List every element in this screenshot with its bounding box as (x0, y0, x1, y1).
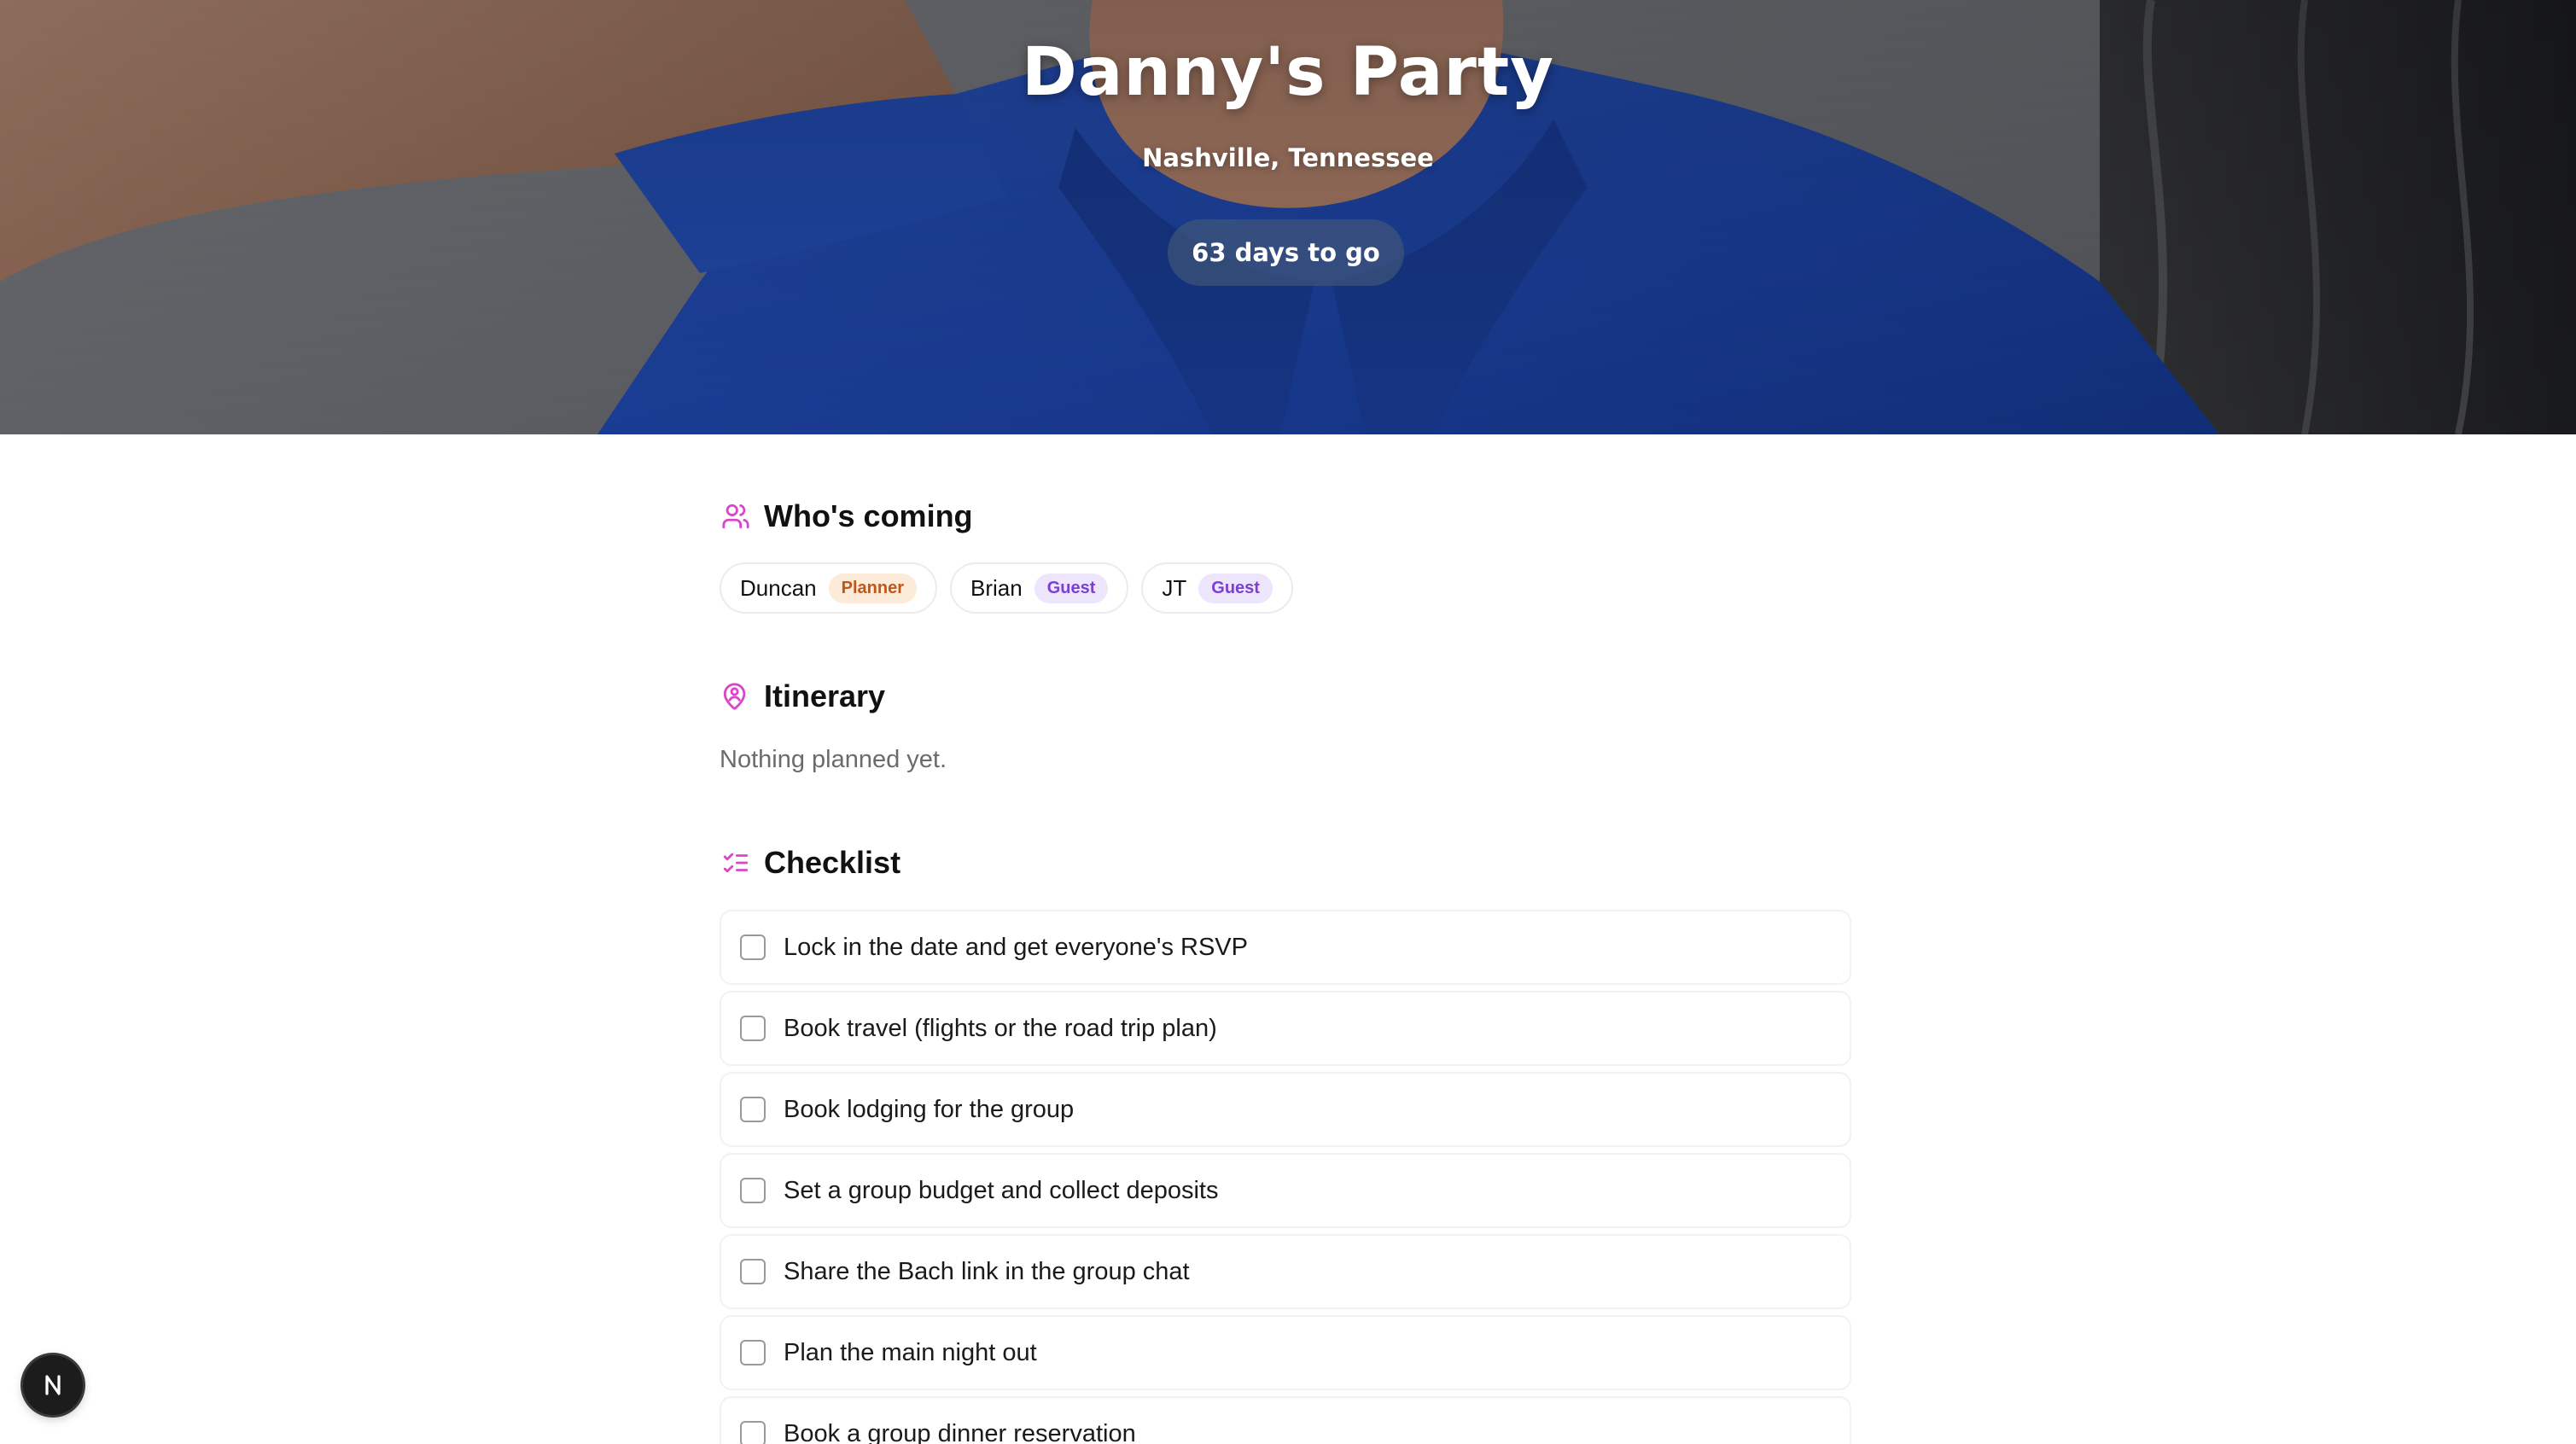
role-badge: Planner (828, 573, 917, 603)
checklist-title: Checklist (764, 845, 901, 880)
list-checks-icon (720, 847, 752, 879)
itinerary-empty-text: Nothing planned yet. (720, 746, 947, 773)
checklist-item-label: Plan the main night out (784, 1338, 1037, 1366)
map-pin-user-icon (720, 680, 752, 713)
checklist-item-label: Book travel (flights or the road trip pl… (784, 1014, 1217, 1042)
role-badge: Guest (1034, 573, 1109, 603)
role-badge: Guest (1198, 573, 1273, 603)
page-title: Danny's Party (1021, 34, 1555, 111)
checklist-item[interactable]: Book travel (flights or the road trip pl… (720, 991, 1851, 1066)
attendee-chip[interactable]: Brian Guest (949, 562, 1129, 614)
checklist-item[interactable]: Plan the main night out (720, 1315, 1851, 1390)
checklist: Lock in the date and get everyone's RSVP… (720, 910, 1851, 1444)
page: Danny's Party Nashville, Tennessee 63 da… (0, 0, 2576, 1444)
whos-coming-title: Who's coming (764, 498, 973, 533)
checklist-item[interactable]: Book lodging for the group (720, 1072, 1851, 1147)
attendee-name: Brian (970, 574, 1023, 601)
checklist-item-label: Set a group budget and collect deposits (784, 1176, 1219, 1204)
checkbox[interactable] (740, 1340, 766, 1365)
checkbox[interactable] (740, 1178, 766, 1203)
event-location: Nashville, Tennessee (1142, 143, 1434, 172)
checklist-header: Checklist (720, 837, 900, 888)
users-icon (720, 500, 752, 533)
checklist-item-label: Lock in the date and get everyone's RSVP (784, 933, 1248, 961)
attendee-chip[interactable]: Duncan Planner (720, 562, 937, 614)
checklist-item[interactable]: Set a group budget and collect deposits (720, 1153, 1851, 1228)
checkbox[interactable] (740, 1097, 766, 1122)
attendee-chip[interactable]: JT Guest (1141, 562, 1293, 614)
itinerary-title: Itinerary (764, 678, 886, 713)
checkbox[interactable] (740, 1259, 766, 1284)
checkbox[interactable] (740, 1421, 766, 1444)
nextjs-logo (45, 1375, 61, 1395)
checklist-item-label: Book lodging for the group (784, 1095, 1075, 1123)
checkbox[interactable] (740, 935, 766, 960)
attendee-name: JT (1162, 574, 1187, 601)
checklist-item-label: Book a group dinner reservation (784, 1419, 1136, 1444)
checkbox[interactable] (740, 1016, 766, 1041)
itinerary-header: Itinerary (720, 671, 885, 722)
checklist-item[interactable]: Book a group dinner reservation (720, 1396, 1851, 1444)
checklist-item-label: Share the Bach link in the group chat (784, 1257, 1190, 1285)
attendee-name: Duncan (740, 574, 817, 601)
countdown-badge: 63 days to go (1168, 219, 1404, 286)
hero-banner: Danny's Party Nashville, Tennessee 63 da… (0, 0, 2576, 434)
checklist-item[interactable]: Share the Bach link in the group chat (720, 1234, 1851, 1309)
checklist-item[interactable]: Lock in the date and get everyone's RSVP (720, 910, 1851, 985)
nextjs-icon[interactable] (23, 1355, 83, 1415)
whos-coming-header: Who's coming (720, 491, 973, 542)
attendee-list: Duncan Planner Brian Guest JT Guest (720, 562, 1293, 614)
